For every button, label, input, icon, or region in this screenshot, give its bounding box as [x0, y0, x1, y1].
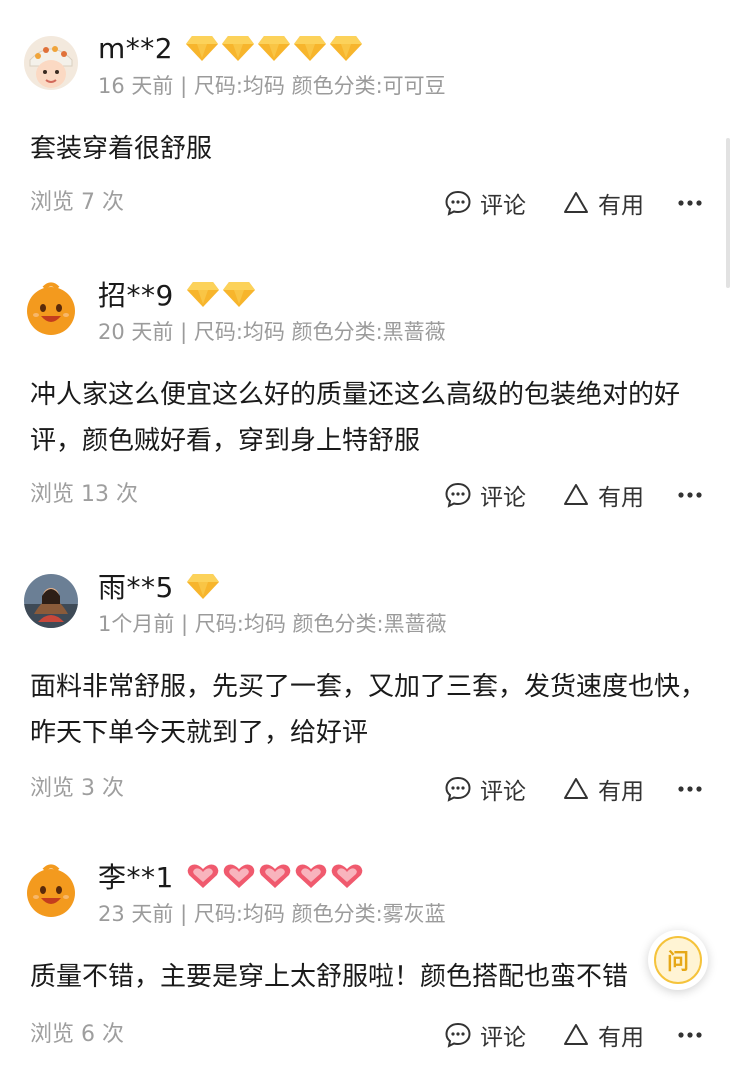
review-item: 李**1 23 天前 | 尺码:均码 颜色分类:雾灰蓝 质量不错，主要是穿上太舒…	[0, 858, 730, 1065]
avatar[interactable]	[24, 864, 78, 918]
heart-icon	[187, 864, 219, 888]
heart-icon	[331, 864, 363, 888]
review-footer: 浏览 13 次 评论 有用	[30, 478, 702, 512]
heart-icon	[295, 864, 327, 888]
heart-icon	[259, 864, 291, 888]
view-count: 浏览 13 次	[30, 482, 138, 507]
avatar[interactable]	[24, 36, 78, 90]
triangle-icon	[564, 484, 588, 505]
name-row: m**2	[98, 30, 365, 66]
useful-label: 有用	[598, 779, 644, 805]
diamond-icon	[294, 36, 327, 61]
useful-button[interactable]: 有用	[562, 478, 644, 512]
username: 雨**5	[98, 571, 174, 604]
badge-group	[185, 34, 365, 62]
feedback-button[interactable]: 问	[648, 930, 708, 990]
avatar[interactable]	[24, 574, 78, 628]
review-footer: 浏览 7 次 评论 有用	[30, 186, 702, 220]
badge-group	[186, 862, 366, 890]
triangle-icon	[564, 192, 588, 213]
feedback-icon: 问	[654, 936, 702, 984]
comment-icon	[445, 776, 471, 802]
feedback-glyph: 问	[666, 950, 689, 975]
more-icon[interactable]	[678, 1031, 702, 1039]
comment-label: 评论	[480, 485, 526, 511]
useful-button[interactable]: 有用	[562, 186, 644, 220]
review-meta: 20 天前 | 尺码:均码 颜色分类:黑蔷薇	[98, 320, 446, 344]
comment-icon	[445, 482, 471, 508]
comment-button[interactable]: 评论	[444, 186, 526, 220]
view-count: 浏览 7 次	[30, 190, 124, 215]
useful-label: 有用	[598, 193, 644, 219]
review-text: 套装穿着很舒服	[30, 134, 213, 164]
useful-label: 有用	[598, 485, 644, 511]
username: 招**9	[98, 279, 174, 312]
triangle-icon	[564, 1024, 588, 1045]
username: 李**1	[98, 861, 174, 894]
comment-button[interactable]: 评论	[444, 478, 526, 512]
review-header: 雨**5 1个月前 | 尺码:均码 颜色分类:黑蔷薇	[24, 568, 714, 638]
badge-group	[186, 280, 258, 308]
view-count: 浏览 6 次	[30, 1022, 124, 1047]
action-bar: 评论 有用	[444, 478, 702, 512]
diamond-icon	[186, 36, 219, 61]
name-row: 李**1	[98, 858, 366, 894]
diamond-icon	[330, 36, 363, 61]
review-header: m**2 16 天前 | 尺码:均码 颜色分类:可可豆	[24, 30, 714, 100]
triangle-icon	[564, 778, 588, 799]
review-meta: 1个月前 | 尺码:均码 颜色分类:黑蔷薇	[98, 612, 447, 636]
comment-icon	[445, 190, 471, 216]
useful-label: 有用	[598, 1025, 644, 1051]
more-icon[interactable]	[678, 199, 702, 207]
review-footer: 浏览 6 次 评论 有用	[30, 1018, 702, 1052]
diamond-icon	[258, 36, 291, 61]
comment-label: 评论	[480, 193, 526, 219]
review-meta: 23 天前 | 尺码:均码 颜色分类:雾灰蓝	[98, 902, 446, 926]
review-header: 李**1 23 天前 | 尺码:均码 颜色分类:雾灰蓝	[24, 858, 714, 928]
review-item: 雨**5 1个月前 | 尺码:均码 颜色分类:黑蔷薇 面料非常舒服，先买了一套，…	[0, 568, 730, 828]
avatar[interactable]	[24, 282, 78, 336]
comment-label: 评论	[480, 1025, 526, 1051]
more-icon[interactable]	[678, 785, 702, 793]
review-header: 招**9 20 天前 | 尺码:均码 颜色分类:黑蔷薇	[24, 276, 714, 346]
action-bar: 评论 有用	[444, 186, 702, 220]
heart-icon	[223, 864, 255, 888]
review-meta: 16 天前 | 尺码:均码 颜色分类:可可豆	[98, 74, 446, 98]
username: m**2	[98, 31, 174, 65]
review-item: m**2 16 天前 | 尺码:均码 颜色分类:可可豆 套装穿着很舒服 浏览 7…	[0, 30, 730, 290]
diamond-icon	[222, 36, 255, 61]
diamond-icon	[186, 574, 219, 599]
useful-button[interactable]: 有用	[562, 772, 644, 806]
review-text: 面料非常舒服，先买了一套，又加了三套，发货速度也快，昨天下单今天就到了，给好评	[30, 672, 707, 748]
name-row: 雨**5	[98, 568, 222, 604]
comment-button[interactable]: 评论	[444, 772, 526, 806]
action-bar: 评论 有用	[444, 772, 702, 806]
review-list-page: m**2 16 天前 | 尺码:均码 颜色分类:可可豆 套装穿着很舒服 浏览 7…	[0, 0, 730, 1065]
badge-group	[186, 572, 222, 600]
action-bar: 评论 有用	[444, 1018, 702, 1052]
review-text: 质量不错，主要是穿上太舒服啦！颜色搭配也蛮不错	[30, 962, 629, 992]
more-icon[interactable]	[678, 491, 702, 499]
view-count: 浏览 3 次	[30, 776, 124, 801]
diamond-icon	[186, 282, 219, 307]
comment-button[interactable]: 评论	[444, 1018, 526, 1052]
review-text: 冲人家这么便宜这么好的质量还这么高级的包装绝对的好评，颜色贼好看，穿到身上特舒服	[30, 380, 681, 456]
review-footer: 浏览 3 次 评论 有用	[30, 772, 702, 806]
useful-button[interactable]: 有用	[562, 1018, 644, 1052]
diamond-icon	[222, 282, 255, 307]
name-row: 招**9	[98, 276, 258, 312]
review-item: 招**9 20 天前 | 尺码:均码 颜色分类:黑蔷薇 冲人家这么便宜这么好的质…	[0, 276, 730, 536]
comment-label: 评论	[480, 779, 526, 805]
comment-icon	[445, 1022, 471, 1048]
